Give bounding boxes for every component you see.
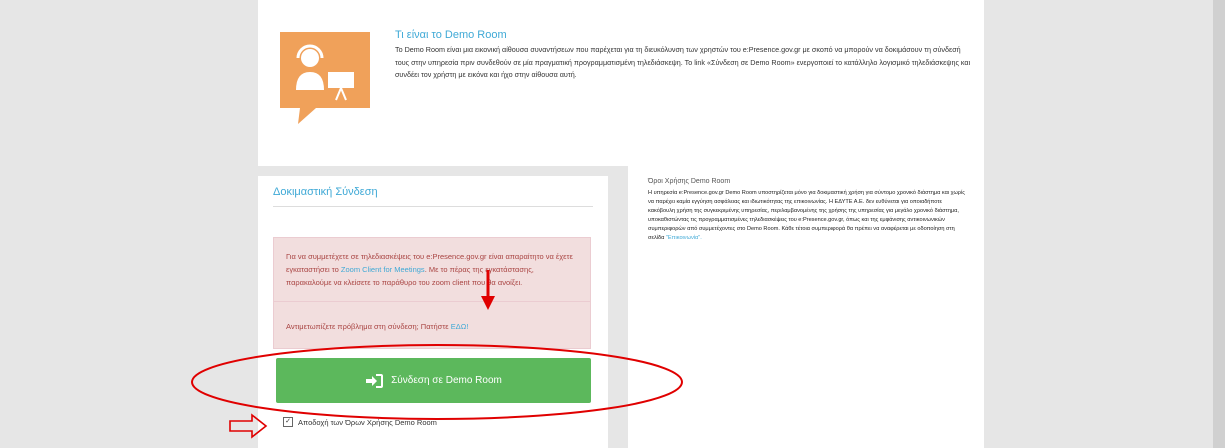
divider xyxy=(273,206,593,207)
page-margin-right xyxy=(985,0,1225,448)
terms-title: Όροι Χρήσης Demo Room xyxy=(648,178,731,185)
accept-terms-checkbox[interactable]: ✓ xyxy=(283,417,293,427)
test-connection-title: Δοκιμαστική Σύνδεση xyxy=(273,186,378,198)
terms-text: Η υπηρεσία e:Presence.gov.gr Demo Room υ… xyxy=(648,189,968,242)
contact-link[interactable]: "Επικοινωνία". xyxy=(666,235,702,241)
terms-of-use-card: Όροι Χρήσης Demo Room Η υπηρεσία e:Prese… xyxy=(628,160,984,448)
demo-room-info-text: Το Demo Room είναι μια εικονική αίθουσα … xyxy=(395,45,971,79)
zoom-client-link[interactable]: Zoom Client for Meetings xyxy=(341,265,425,274)
scrollbar[interactable] xyxy=(1213,0,1225,448)
connect-button-label: Σύνδεση σε Demo Room xyxy=(391,375,502,386)
test-connection-card: Δοκιμαστική Σύνδεση Για να συμμετέχετε σ… xyxy=(258,176,608,448)
connect-demo-room-button[interactable]: Σύνδεση σε Demo Room xyxy=(276,358,591,403)
demo-room-info-card: Τι είναι το Demo Room Το Demo Room είναι… xyxy=(258,0,984,166)
problem-alert-text: Αντιμετωπίζετε πρόβλημα στη σύνδεση; Πατ… xyxy=(286,322,451,331)
demo-room-info-title: Τι είναι το Demo Room xyxy=(395,29,507,41)
demo-room-icon xyxy=(280,32,370,124)
help-here-link[interactable]: ΕΔΩ! xyxy=(451,322,469,331)
accept-terms-label[interactable]: Αποδοχή των Όρων Χρήσης Demo Room xyxy=(298,418,437,427)
terms-body: Η υπηρεσία e:Presence.gov.gr Demo Room υ… xyxy=(648,190,965,241)
sign-in-icon xyxy=(366,373,384,388)
page-margin-left xyxy=(0,0,260,448)
accept-terms-row: ✓ Αποδοχή των Όρων Χρήσης Demo Room xyxy=(283,417,437,427)
connection-problem-alert: Αντιμετωπίζετε πρόβλημα στη σύνδεση; Πατ… xyxy=(273,301,591,349)
